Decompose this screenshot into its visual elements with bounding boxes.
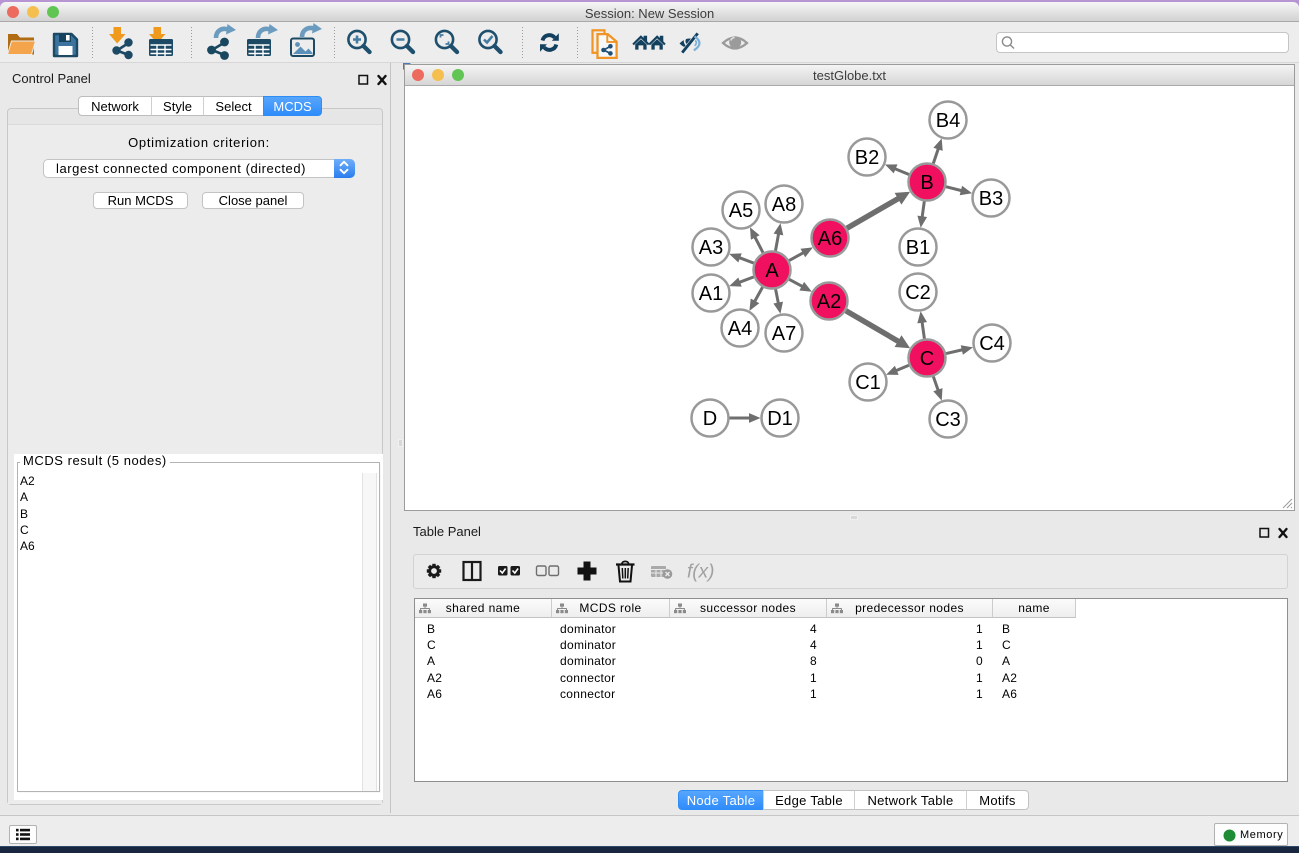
svg-text:A: A — [765, 260, 779, 282]
svg-text:B2: B2 — [855, 147, 879, 169]
svg-text:A1: A1 — [699, 283, 723, 305]
svg-text:D1: D1 — [767, 408, 793, 430]
svg-text:f(x): f(x) — [687, 562, 714, 583]
svg-text:C4: C4 — [979, 333, 1005, 355]
svg-text:C2: C2 — [905, 282, 931, 304]
svg-text:B3: B3 — [979, 188, 1003, 210]
svg-text:A6: A6 — [818, 228, 842, 250]
svg-text:A5: A5 — [729, 200, 753, 222]
svg-text:B: B — [920, 172, 933, 194]
svg-text:A8: A8 — [772, 194, 796, 216]
svg-text:C3: C3 — [935, 409, 961, 431]
svg-text:C: C — [920, 348, 934, 370]
svg-text:A3: A3 — [699, 237, 723, 259]
svg-text:C1: C1 — [855, 372, 881, 394]
svg-text:B4: B4 — [936, 110, 960, 132]
svg-text:A2: A2 — [817, 291, 841, 313]
svg-text:B1: B1 — [906, 237, 930, 259]
svg-text:D: D — [703, 408, 717, 430]
svg-text:A4: A4 — [728, 318, 752, 340]
svg-text:A7: A7 — [772, 323, 796, 345]
